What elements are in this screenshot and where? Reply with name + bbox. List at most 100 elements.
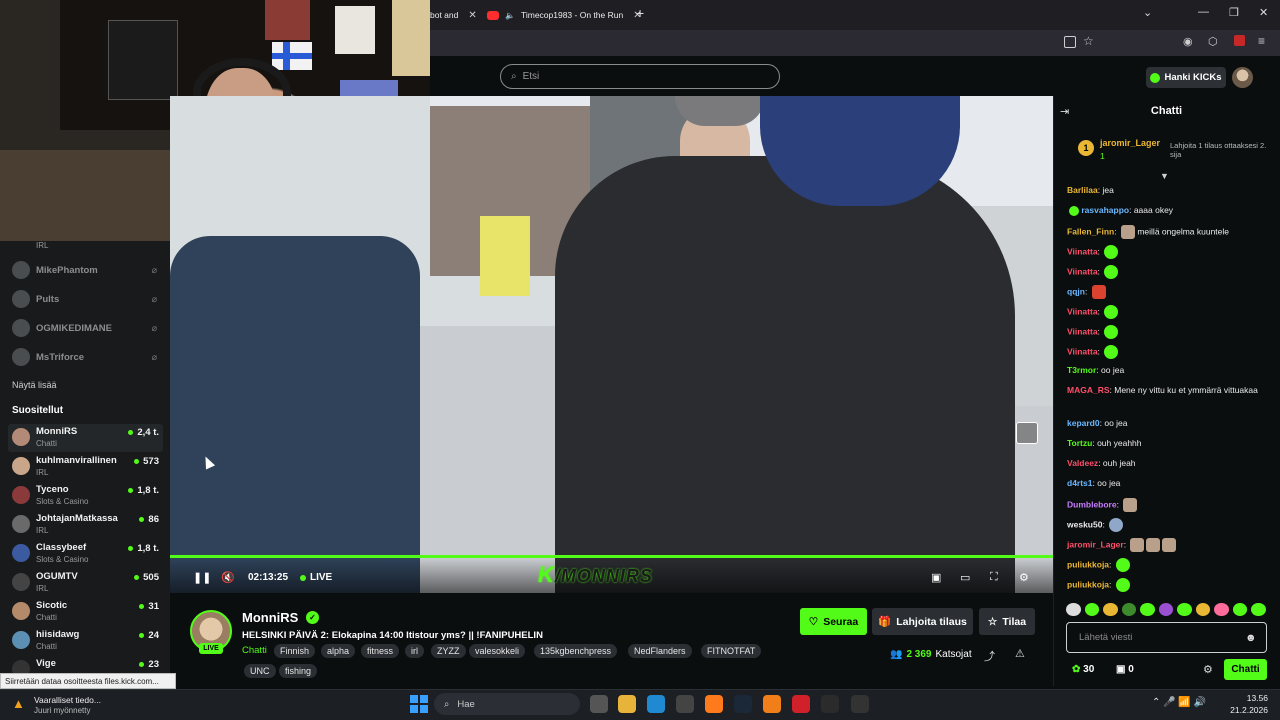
edge-icon[interactable] xyxy=(647,695,665,713)
windows-start-icon[interactable] xyxy=(410,695,428,713)
pip-icon[interactable] xyxy=(1016,422,1038,444)
clip-icon[interactable]: ▣ xyxy=(931,571,941,584)
stream-tag[interactable]: alpha xyxy=(321,644,356,658)
sidebar-recommended-channel[interactable]: Classybeef Slots & Casino 1,8 t. xyxy=(8,540,163,568)
clock-time[interactable]: 13.56 xyxy=(1220,693,1268,703)
gift-sub-button[interactable]: 🎁 Lahjoita tilaus xyxy=(872,608,973,635)
report-icon[interactable]: ⚠ xyxy=(1015,647,1025,660)
close-window-icon[interactable]: ✕ xyxy=(1259,6,1268,19)
chat-username[interactable]: Viinatta xyxy=(1067,346,1098,356)
sidebar-channel[interactable]: Pults ⌀ xyxy=(8,286,163,314)
chat-username[interactable]: puliukkoja xyxy=(1067,579,1109,589)
chat-username[interactable]: puliukkoja xyxy=(1067,559,1109,569)
chat-username[interactable]: Barlilaa xyxy=(1067,185,1098,195)
chat-username[interactable]: jaromir_Lager xyxy=(1067,539,1124,549)
sidebar-recommended-channel[interactable]: kuhlmanvirallinen IRL 573 xyxy=(8,453,163,481)
emote-icon[interactable] xyxy=(1066,603,1081,616)
emote-icon[interactable] xyxy=(1232,603,1248,616)
leaderboard-user[interactable]: jaromir_Lager xyxy=(1100,138,1160,148)
sidebar-recommended-channel[interactable]: JohtajanMatkassa IRL 86 xyxy=(8,511,163,539)
vlc-icon[interactable] xyxy=(763,695,781,713)
share-icon[interactable]: ⤴ xyxy=(984,648,995,664)
extensions-icon[interactable]: ⬡ xyxy=(1208,35,1218,48)
store-icon[interactable] xyxy=(676,695,694,713)
search-input[interactable]: ⌕ Etsi xyxy=(500,64,780,89)
emote-icon[interactable] xyxy=(1158,603,1174,616)
live-indicator[interactable]: LIVE xyxy=(300,572,332,583)
sidebar-channel[interactable]: MsTriforce ⌀ xyxy=(8,344,163,372)
video-player[interactable] xyxy=(170,96,1053,593)
chat-username[interactable]: MAGA_RS xyxy=(1067,385,1110,395)
stream-tag[interactable]: valesokkeli xyxy=(469,644,526,658)
chat-username[interactable]: qqjn xyxy=(1067,286,1085,296)
maximize-icon[interactable]: ❐ xyxy=(1229,6,1239,19)
emote-icon[interactable] xyxy=(1103,603,1118,616)
theater-mode-icon[interactable]: ▭ xyxy=(960,571,970,584)
stream-tag[interactable]: Finnish xyxy=(274,644,316,658)
firefox-icon[interactable] xyxy=(705,695,723,713)
warning-icon[interactable]: ▲ xyxy=(12,696,25,711)
minimize-icon[interactable]: — xyxy=(1198,6,1209,18)
bookmark-icon[interactable]: ☆ xyxy=(1083,34,1094,48)
chat-username[interactable]: wesku50 xyxy=(1067,519,1102,529)
gift-count[interactable]: ▣ 0 xyxy=(1116,664,1134,675)
terminal-icon[interactable] xyxy=(821,695,839,713)
chat-username[interactable]: rasvahappo xyxy=(1081,205,1129,215)
stream-tag[interactable]: FITNOTFAT xyxy=(701,644,762,658)
chat-username[interactable]: kepard0 xyxy=(1067,418,1100,428)
clock-date[interactable]: 21.2.2026 xyxy=(1220,705,1268,715)
sidebar-recommended-channel[interactable]: MonniRS Chatti 2,4 t. xyxy=(8,424,163,452)
browser-tab[interactable]: bot and ✕ xyxy=(430,4,477,26)
system-tray[interactable]: ⌃ 🎤 📶 🔊 xyxy=(1152,697,1206,708)
stream-tag[interactable]: 135kgbenchpress xyxy=(534,644,618,658)
emote-icon[interactable] xyxy=(1121,603,1137,616)
emote-icon[interactable] xyxy=(1140,603,1155,616)
stream-tag[interactable]: irl xyxy=(405,644,424,658)
sidebar-recommended-channel[interactable]: Tyceno Slots & Casino 1,8 t. xyxy=(8,482,163,510)
mute-icon[interactable]: 🔇 xyxy=(221,571,235,584)
emote-icon[interactable] xyxy=(1084,603,1100,616)
task-view-icon[interactable] xyxy=(590,695,608,713)
browser-tab-active[interactable]: 🔈 Timecop1983 - On the Run ✕ xyxy=(487,4,642,26)
menu-icon[interactable]: ≡ xyxy=(1258,34,1265,48)
settings-icon[interactable]: ⚙ xyxy=(1019,571,1029,584)
chat-username[interactable]: Valdeez xyxy=(1067,458,1098,468)
steam-icon[interactable] xyxy=(734,695,752,713)
chat-username[interactable]: T3rmor xyxy=(1067,365,1096,375)
chat-username[interactable]: Tortzu xyxy=(1067,438,1092,448)
account-icon[interactable]: ◉ xyxy=(1183,35,1193,48)
show-more-link[interactable]: Näytä lisää xyxy=(12,380,57,390)
chat-username[interactable]: Viinatta xyxy=(1067,246,1098,256)
file-explorer-icon[interactable] xyxy=(618,695,636,713)
taskbar-search[interactable]: ⌕ Hae xyxy=(434,693,580,715)
stream-tag[interactable]: fitness xyxy=(361,644,400,658)
tab-list-icon[interactable]: ⌄ xyxy=(1143,6,1152,19)
subscribe-button[interactable]: ☆ Tilaa xyxy=(979,608,1035,635)
obs-icon[interactable] xyxy=(851,695,869,713)
chat-username[interactable]: Viinatta xyxy=(1067,266,1098,276)
chat-username[interactable]: Viinatta xyxy=(1067,326,1098,336)
fullscreen-icon[interactable]: ⛶ xyxy=(990,571,998,584)
get-kicks-button[interactable]: Hanki KICKs xyxy=(1146,67,1226,88)
emoji-icon[interactable]: ☻ xyxy=(1245,632,1257,644)
sidebar-recommended-channel[interactable]: Vige 23 xyxy=(8,656,163,673)
stream-category[interactable]: Chatti xyxy=(242,645,267,656)
new-tab-icon[interactable]: + xyxy=(636,5,644,21)
gear-icon[interactable]: ⚙ xyxy=(1203,663,1213,676)
stream-tag[interactable]: UNC xyxy=(244,664,276,678)
channel-points[interactable]: ✿ 30 xyxy=(1072,664,1094,675)
chat-username[interactable]: Fallen_Finn xyxy=(1067,226,1114,236)
speaker-icon[interactable]: 🔈 xyxy=(505,11,515,20)
sidebar-recommended-channel[interactable]: OGUMTV IRL 505 xyxy=(8,569,163,597)
pause-icon[interactable]: ❚❚ xyxy=(193,571,211,584)
stream-tag[interactable]: fishing xyxy=(279,664,318,678)
stream-tag[interactable]: ZYZZ xyxy=(431,644,466,658)
channel-name[interactable]: MonniRS xyxy=(242,610,298,625)
notice-title[interactable]: Vaaralliset tiedo... xyxy=(34,695,101,705)
user-avatar[interactable] xyxy=(1232,67,1253,88)
chat-username[interactable]: Dumblebore xyxy=(1067,499,1117,509)
opera-icon[interactable] xyxy=(792,695,810,713)
close-icon[interactable]: ✕ xyxy=(468,10,476,21)
emote-icon[interactable] xyxy=(1251,603,1267,616)
emote-icon[interactable] xyxy=(1195,603,1211,616)
